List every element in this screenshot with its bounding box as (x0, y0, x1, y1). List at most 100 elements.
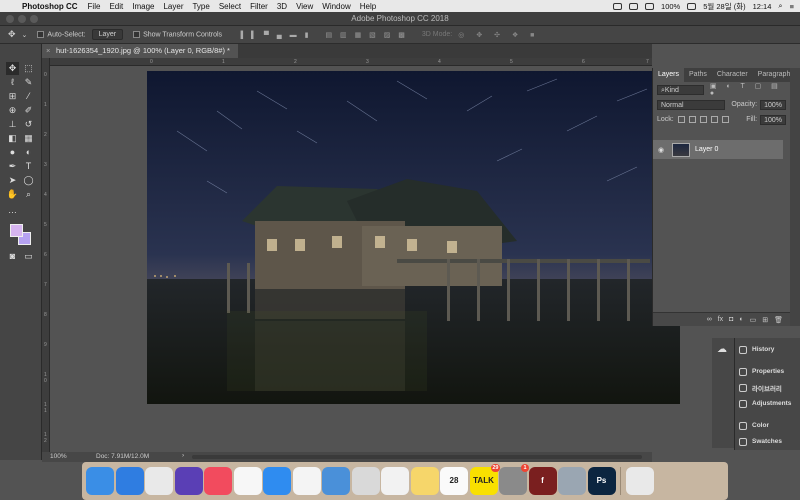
panel-libraries[interactable]: 라이브러리 (739, 382, 782, 393)
pen-tool-icon[interactable]: ✒ (6, 160, 19, 173)
panel-adjustments[interactable]: Adjustments (739, 398, 791, 409)
menu-window[interactable]: Window (322, 2, 350, 11)
menu-select[interactable]: Select (219, 2, 241, 11)
3d-mode-buttons[interactable]: ◎ ✥ ✣ ❖ ■ (458, 31, 539, 39)
eyedropper-tool-icon[interactable]: ⁄ (22, 90, 35, 103)
horizontal-scrollbar[interactable] (192, 455, 642, 459)
lock-all-icon[interactable] (721, 116, 729, 123)
screen-mode-icon[interactable]: ▭ (22, 250, 35, 263)
type-tool-icon[interactable]: T (22, 160, 35, 173)
document-size[interactable]: Doc: 7.91M/12.0M (96, 453, 149, 460)
battery-percent[interactable]: 100% (661, 2, 680, 11)
quick-select-tool-icon[interactable]: ✎ (22, 76, 35, 89)
dock-finder-icon[interactable] (86, 467, 114, 495)
dock-flash-icon[interactable]: f (528, 467, 557, 495)
menu-view[interactable]: View (296, 2, 313, 11)
move-tool-preset-icon[interactable]: ✥ (8, 29, 16, 40)
lasso-tool-icon[interactable]: ℓ (6, 76, 19, 89)
battery-icon[interactable] (687, 2, 697, 10)
ellipse-tool-icon[interactable]: ◯ (22, 174, 35, 187)
dodge-tool-icon[interactable]: ◐ (22, 146, 35, 159)
document-tab[interactable]: × hut-1626354_1920.jpg @ 100% (Layer 0, … (42, 44, 238, 58)
panel-swatches[interactable]: Swatches (739, 436, 782, 447)
dock-notes-icon[interactable] (410, 467, 439, 495)
dock-photos-icon[interactable] (233, 467, 262, 495)
kind-filter-dropdown[interactable]: ⌕Kind (657, 84, 704, 95)
blur-tool-icon[interactable]: ● (6, 146, 19, 159)
menu-type[interactable]: Type (192, 2, 209, 11)
fill-field[interactable]: 100% (760, 114, 786, 125)
dock-safari-icon[interactable] (115, 467, 144, 495)
panel-color[interactable]: Color (739, 420, 769, 431)
tab-paragraph[interactable]: Paragraph (753, 68, 796, 82)
layer-row[interactable]: ◉ Layer 0 (653, 140, 783, 159)
zoom-level[interactable]: 100% (50, 453, 67, 460)
filter-icons[interactable]: ▣ ◐ T ▢ ▤ ● (710, 82, 786, 97)
cast-icon[interactable] (613, 2, 623, 10)
menu-layer[interactable]: Layer (163, 2, 183, 11)
layer-name[interactable]: Layer 0 (695, 146, 718, 153)
notification-center-icon[interactable]: ≡ (790, 2, 794, 11)
panel-properties[interactable]: Properties (739, 366, 784, 377)
lock-image-icon[interactable] (688, 116, 696, 123)
auto-select-option[interactable]: Auto-Select: (37, 30, 86, 38)
panel-history[interactable]: History (739, 344, 774, 355)
zoom-tool-icon[interactable]: ⌕ (22, 188, 35, 201)
menu-help[interactable]: Help (360, 2, 376, 11)
trash-icon[interactable]: 🗑 (774, 316, 783, 324)
move-tool-icon[interactable]: ✥ (6, 62, 19, 75)
chevron-down-icon[interactable]: ⌄ (22, 31, 28, 39)
canvas-area[interactable] (50, 66, 680, 452)
dock-kakaotalk-icon[interactable]: TALK 29 (469, 464, 500, 495)
menu-date[interactable]: 5월 28일 (화) (703, 1, 745, 12)
auto-select-dropdown[interactable]: Layer (91, 29, 124, 40)
wifi-icon[interactable] (645, 2, 655, 10)
more-tools-icon[interactable]: … (6, 204, 19, 217)
dock-trash-icon[interactable] (625, 467, 654, 495)
menu-time[interactable]: 12:14 (753, 2, 772, 11)
menu-3d[interactable]: 3D (277, 2, 287, 11)
libraries-icon[interactable]: ☁ (717, 344, 727, 355)
lock-position-icon[interactable] (699, 116, 707, 123)
align-buttons[interactable]: ▐ ▌ ▀ ▄ ▬ ▮ (238, 31, 311, 39)
folder-icon[interactable]: ▭ (750, 316, 757, 324)
opacity-field[interactable]: 100% (760, 99, 786, 110)
app-menu[interactable]: Photoshop CC (22, 2, 78, 11)
show-transform-option[interactable]: Show Transform Controls (133, 30, 222, 38)
eraser-tool-icon[interactable]: ◧ (6, 132, 19, 145)
dock-numbers-icon[interactable] (292, 467, 321, 495)
dock-keynote-icon[interactable] (322, 467, 350, 495)
healing-brush-tool-icon[interactable]: ⊕ (6, 104, 19, 117)
gradient-tool-icon[interactable]: ▦ (22, 132, 35, 145)
clone-stamp-tool-icon[interactable]: ⊥ (6, 118, 19, 131)
crop-tool-icon[interactable]: ⊞ (6, 90, 19, 103)
status-menu-icon[interactable]: › (182, 452, 184, 459)
dock-calendar-icon[interactable]: 28 (440, 467, 468, 495)
tab-layers[interactable]: Layers (653, 68, 685, 82)
dock-textedit-icon[interactable] (381, 467, 409, 495)
dock-preview-icon[interactable] (351, 467, 380, 495)
dock-app-store-icon[interactable] (263, 467, 291, 495)
vertical-ruler[interactable]: 0 1 2 3 4 5 6 7 8 9 1 0 1 1 1 2 (42, 58, 50, 453)
history-brush-tool-icon[interactable]: ↺ (22, 118, 35, 131)
tab-paths[interactable]: Paths (684, 68, 712, 82)
menu-edit[interactable]: Edit (109, 2, 123, 11)
dock-siri-icon[interactable] (174, 467, 203, 495)
new-layer-icon[interactable]: ⊞ (762, 316, 768, 324)
marquee-tool-icon[interactable]: ⬚ (22, 62, 35, 75)
dock-chrome-icon[interactable] (145, 467, 173, 495)
transform-checkbox[interactable] (133, 30, 141, 38)
lock-artboard-icon[interactable] (710, 116, 718, 123)
lock-transparent-icon[interactable] (677, 116, 685, 123)
tab-character[interactable]: Character (712, 68, 753, 82)
bluetooth-icon[interactable] (629, 2, 639, 10)
hand-tool-icon[interactable]: ✋ (6, 188, 19, 201)
search-icon[interactable]: ⌕ (778, 1, 782, 11)
adjustment-icon[interactable]: ◐ (739, 316, 743, 323)
path-selection-tool-icon[interactable]: ➤ (6, 174, 19, 187)
eye-icon[interactable]: ◉ (658, 146, 667, 154)
distribute-buttons[interactable]: ▤ ▥ ▦ ▧ ▨ ▩ (325, 31, 407, 39)
foreground-color-swatch[interactable] (10, 224, 23, 237)
dock-photoshop-icon[interactable]: Ps (587, 467, 616, 495)
mask-icon[interactable]: ◘ (729, 316, 733, 323)
